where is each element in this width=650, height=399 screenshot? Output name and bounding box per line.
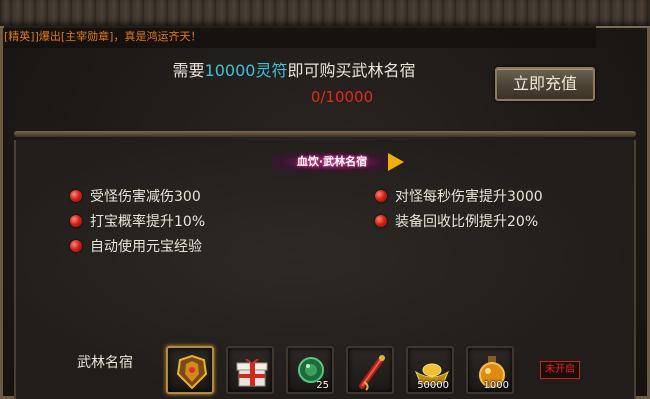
benefit-text: 装备回收比例提升20% bbox=[395, 214, 539, 230]
ornate-top-border bbox=[0, 0, 650, 28]
recharge-button[interactable]: 立即充值 bbox=[495, 67, 595, 101]
golden-armor-icon bbox=[176, 354, 208, 390]
red-bullet-icon bbox=[375, 215, 387, 227]
reward-slot[interactable]: 50000 bbox=[406, 346, 454, 394]
arrow-right-icon[interactable] bbox=[388, 153, 404, 171]
red-bullet-icon bbox=[70, 190, 82, 202]
item-count: 50000 bbox=[417, 380, 449, 391]
benefit-item: 对怪每秒伤害提升3000 bbox=[375, 186, 543, 206]
benefit-text: 对怪每秒伤害提升3000 bbox=[395, 189, 543, 205]
section-divider bbox=[14, 131, 636, 137]
benefit-text: 打宝概率提升10% bbox=[90, 214, 206, 230]
locked-status-badge: 未开启 bbox=[540, 361, 580, 379]
red-scroll-icon bbox=[359, 355, 385, 391]
benefit-item: 装备回收比例提升20% bbox=[375, 211, 538, 231]
red-bullet-icon bbox=[70, 240, 82, 252]
red-bullet-icon bbox=[375, 190, 387, 202]
reward-slot[interactable]: 25 bbox=[286, 346, 334, 394]
benefit-text: 自动使用元宝经验 bbox=[90, 239, 202, 255]
requirement-prefix: 需要 bbox=[172, 61, 205, 80]
item-count: 1000 bbox=[483, 380, 509, 391]
reward-label: 武林名宿 bbox=[77, 355, 133, 371]
broadcast-message: [精英]]爆出[主宰勋章]，真是鸿运齐天！ bbox=[4, 26, 596, 48]
reward-slot[interactable] bbox=[346, 346, 394, 394]
purchase-requirement: 需要10000灵符即可购买武林名宿 bbox=[14, 57, 574, 81]
reward-slot[interactable] bbox=[166, 346, 214, 394]
benefit-item: 打宝概率提升10% bbox=[70, 211, 205, 231]
reward-slot[interactable] bbox=[226, 346, 274, 394]
requirement-amount: 10000灵符 bbox=[204, 61, 288, 80]
title-banner: 血饮·武林名宿 bbox=[272, 152, 392, 172]
benefit-item: 受怪伤害减伤300 bbox=[70, 186, 201, 206]
item-count: 25 bbox=[316, 380, 329, 391]
red-bullet-icon bbox=[70, 215, 82, 227]
requirement-suffix: 即可购买武林名宿 bbox=[287, 61, 416, 80]
benefit-text: 受怪伤害减伤300 bbox=[90, 189, 201, 205]
benefit-item: 自动使用元宝经验 bbox=[70, 236, 202, 256]
gift-box-icon bbox=[236, 358, 268, 387]
reward-slot[interactable]: 1000 bbox=[466, 346, 514, 394]
